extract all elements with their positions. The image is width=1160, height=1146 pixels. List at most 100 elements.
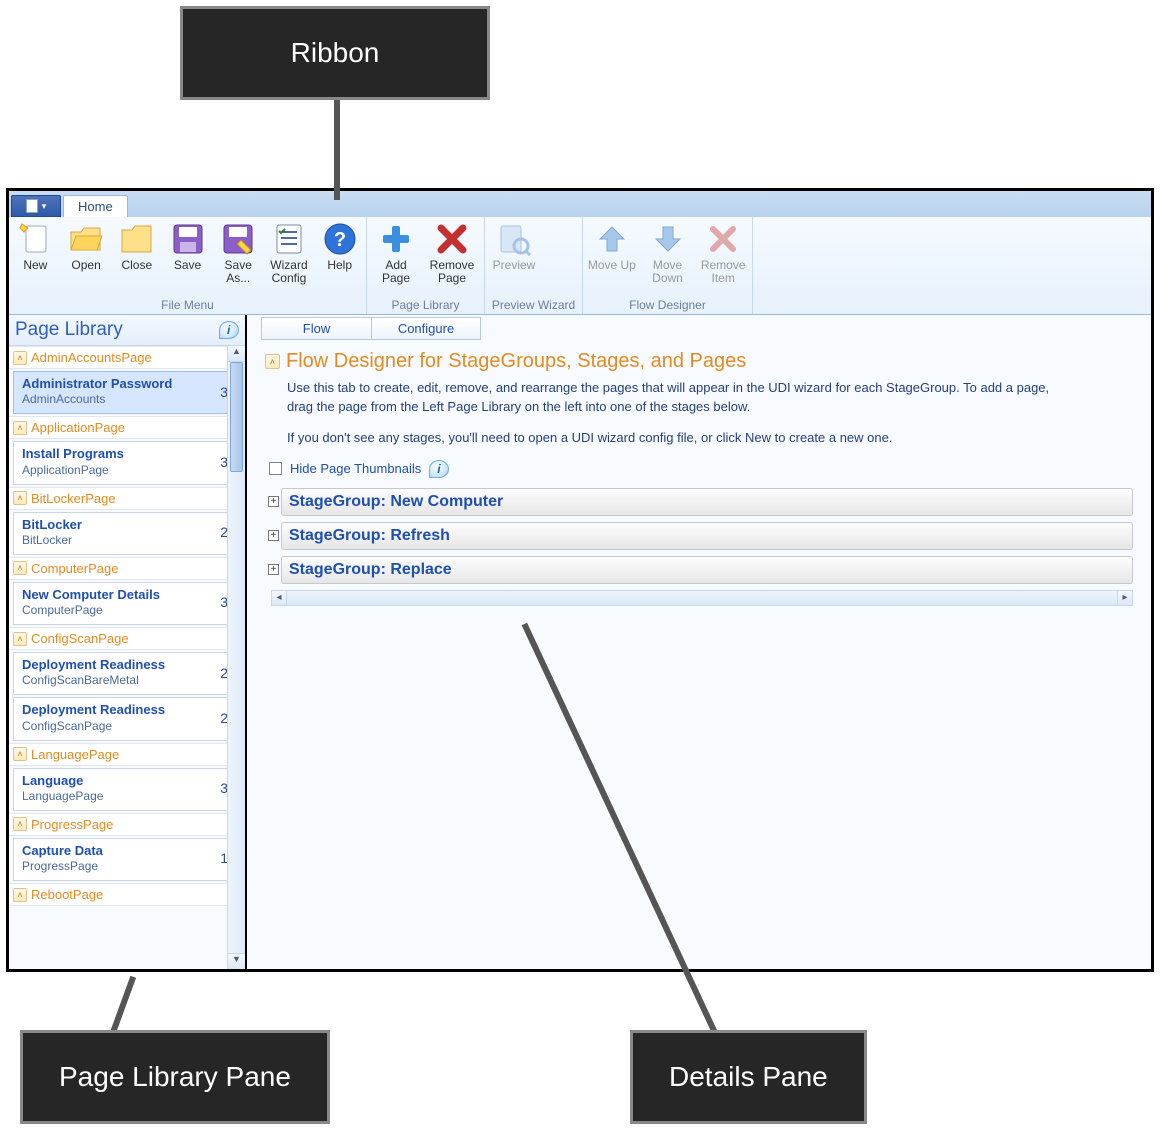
library-item-title: Deployment Readiness <box>22 702 165 718</box>
library-item-title: Capture Data <box>22 843 103 859</box>
flow-heading: ˄ Flow Designer for StageGroups, Stages,… <box>265 350 1139 373</box>
chevron-up-icon: ˄ <box>13 817 27 831</box>
app-window: ▾ Home New Open <box>6 188 1154 972</box>
help-icon: ? <box>322 221 358 257</box>
info-icon[interactable] <box>429 460 449 478</box>
library-item-subtitle: BitLocker <box>22 533 82 548</box>
remove-page-button[interactable]: Remove Page <box>427 219 477 298</box>
library-item[interactable]: Install ProgramsApplicationPage3 <box>13 441 241 484</box>
wizard-config-icon <box>271 221 307 257</box>
chevron-up-icon: ˄ <box>13 888 27 902</box>
library-section-header[interactable]: ˄ApplicationPage <box>9 416 245 439</box>
info-icon[interactable] <box>219 321 239 339</box>
page-library-pane: Page Library ˄AdminAccountsPageAdministr… <box>9 315 247 969</box>
tab-configure[interactable]: Configure <box>371 317 481 340</box>
library-section-header[interactable]: ˄ ProgressPage <box>9 813 245 836</box>
callout-line <box>334 100 340 200</box>
stagegroup-row[interactable]: +StageGroup: Replace <box>281 556 1133 584</box>
library-item[interactable]: Capture DataProgressPage1 <box>13 838 241 881</box>
library-item[interactable]: LanguageLanguagePage3 <box>13 768 241 811</box>
details-content: ˄ Flow Designer for StageGroups, Stages,… <box>247 340 1151 606</box>
library-item[interactable]: Deployment ReadinessConfigScanPage2 <box>13 697 241 740</box>
body-area: Page Library ˄AdminAccountsPageAdministr… <box>9 315 1151 969</box>
horizontal-scrollbar[interactable]: ◂ ▸ <box>271 590 1133 606</box>
callout-details: Details Pane <box>630 1030 867 1124</box>
library-item-subtitle: LanguagePage <box>22 789 103 804</box>
library-section-header[interactable]: ˄ComputerPage <box>9 557 245 580</box>
wizard-config-button[interactable]: Wizard Config <box>267 219 312 298</box>
callout-page-library: Page Library Pane <box>20 1030 330 1124</box>
flow-intro-1: Use this tab to create, edit, remove, an… <box>287 379 1067 417</box>
vertical-scrollbar[interactable]: ▲ ▼ <box>227 346 245 969</box>
library-section-header[interactable]: ˄ConfigScanPage <box>9 627 245 650</box>
scroll-thumb[interactable] <box>230 362 243 472</box>
library-item-title: Install Programs <box>22 446 124 462</box>
scroll-down-arrow[interactable]: ▼ <box>228 953 245 969</box>
hide-thumbnails-row: Hide Page Thumbnails <box>269 460 1139 478</box>
remove-item-button[interactable]: Remove Item <box>698 219 748 298</box>
library-section-label: ProgressPage <box>31 817 113 832</box>
chevron-up-icon: ˄ <box>13 632 27 646</box>
flow-intro-2: If you don't see any stages, you'll need… <box>287 429 1067 448</box>
library-item-subtitle: ComputerPage <box>22 603 160 618</box>
expand-icon[interactable]: + <box>268 496 279 507</box>
stagegroup-row[interactable]: +StageGroup: Refresh <box>281 522 1133 550</box>
x-icon <box>434 221 470 257</box>
help-button[interactable]: ? Help <box>317 219 362 298</box>
library-item-title: Administrator Password <box>22 376 172 392</box>
preview-button[interactable]: Preview <box>489 219 539 298</box>
callout-line <box>110 976 136 1034</box>
save-as-button[interactable]: Save As... <box>216 219 261 298</box>
hide-thumbnails-checkbox[interactable] <box>269 462 282 475</box>
page-library-list[interactable]: ˄AdminAccountsPageAdministrator Password… <box>9 346 245 969</box>
scroll-right-arrow[interactable]: ▸ <box>1117 590 1133 606</box>
library-item[interactable]: BitLockerBitLocker2 <box>13 512 241 555</box>
move-up-button[interactable]: Move Up <box>587 219 637 298</box>
close-button[interactable]: Close <box>114 219 159 298</box>
document-icon <box>26 199 38 213</box>
library-item[interactable]: Administrator PasswordAdminAccounts3 <box>13 371 241 414</box>
chevron-up-icon[interactable]: ˄ <box>265 354 280 369</box>
stagegroup-label: StageGroup: Refresh <box>289 527 450 545</box>
stagegroup-list: +StageGroup: New Computer+StageGroup: Re… <box>265 488 1139 584</box>
x-faded-icon <box>705 221 741 257</box>
library-item[interactable]: Deployment ReadinessConfigScanBareMetal2 <box>13 652 241 695</box>
library-item-title: BitLocker <box>22 517 82 533</box>
scroll-left-arrow[interactable]: ◂ <box>271 590 287 606</box>
library-section-header[interactable]: ˄BitLockerPage <box>9 487 245 510</box>
library-section-header[interactable]: ˄AdminAccountsPage <box>9 346 245 369</box>
add-page-button[interactable]: Add Page <box>371 219 421 298</box>
ribbon-group-label: File Menu <box>13 298 362 314</box>
stagegroup-row[interactable]: +StageGroup: New Computer <box>281 488 1133 516</box>
scroll-up-arrow[interactable]: ▲ <box>228 346 245 362</box>
stagegroup-label: StageGroup: New Computer <box>289 493 503 511</box>
expand-icon[interactable]: + <box>268 530 279 541</box>
new-button[interactable]: New <box>13 219 58 298</box>
details-tabs: Flow Configure <box>247 315 1151 340</box>
chevron-up-icon: ˄ <box>13 421 27 435</box>
scroll-track[interactable] <box>287 590 1117 606</box>
tab-home[interactable]: Home <box>63 195 128 217</box>
app-menu-button[interactable]: ▾ <box>11 195 61 217</box>
page-library-header: Page Library <box>9 315 245 346</box>
library-item-subtitle: ConfigScanPage <box>22 719 165 734</box>
library-item[interactable]: New Computer DetailsComputerPage3 <box>13 582 241 625</box>
library-item-subtitle: ApplicationPage <box>22 463 124 478</box>
save-button[interactable]: Save <box>165 219 210 298</box>
library-section-header[interactable]: ˄RebootPage <box>9 883 245 906</box>
ribbon-group-label: Page Library <box>371 298 480 314</box>
plus-icon <box>378 221 414 257</box>
move-down-button[interactable]: Move Down <box>643 219 693 298</box>
library-section-label: LanguagePage <box>31 747 119 762</box>
preview-icon <box>496 221 532 257</box>
open-button[interactable]: Open <box>64 219 109 298</box>
library-section-label: ComputerPage <box>31 561 118 576</box>
expand-icon[interactable]: + <box>268 564 279 575</box>
tab-flow[interactable]: Flow <box>261 317 371 340</box>
folder-open-icon <box>68 221 104 257</box>
ribbon: New Open Close <box>9 217 1151 315</box>
ribbon-group-preview: Preview Preview Wizard <box>485 217 583 314</box>
titlebar: ▾ Home <box>9 191 1151 217</box>
library-section-header[interactable]: ˄LanguagePage <box>9 743 245 766</box>
library-section-label: BitLockerPage <box>31 491 116 506</box>
